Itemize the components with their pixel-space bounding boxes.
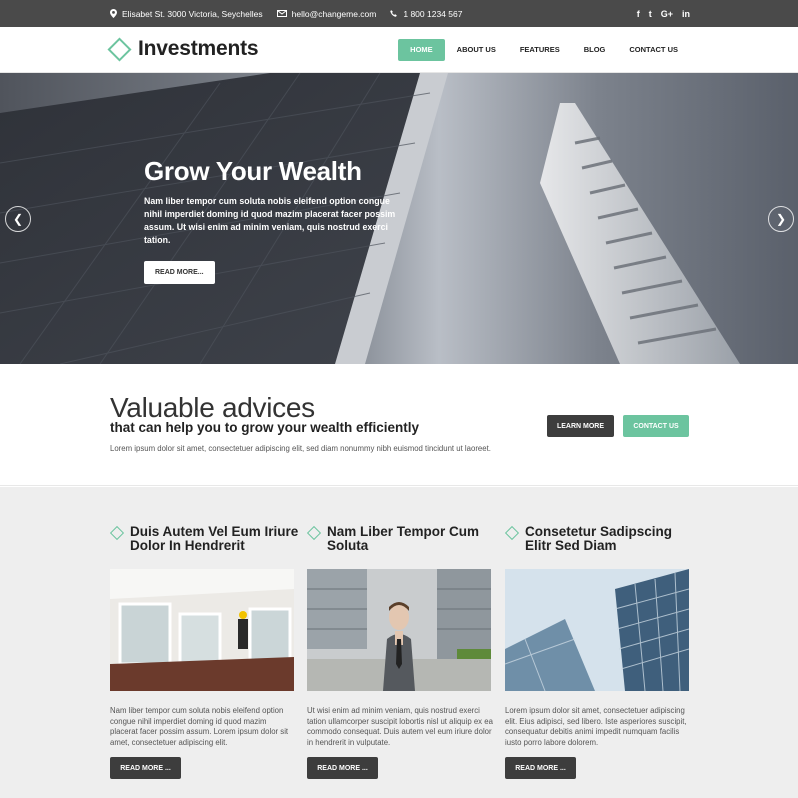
- advice-section: Valuable advices that can help you to gr…: [0, 364, 798, 486]
- logo-text: Investments: [138, 37, 259, 60]
- location-pin-icon: [110, 9, 117, 18]
- slider-prev-button[interactable]: ❮: [5, 206, 31, 232]
- card-title[interactable]: Consetetur Sadipscing Elitr Sed Diam: [525, 525, 695, 553]
- nav-home[interactable]: HOME: [398, 39, 445, 61]
- site-header: Investments HOME ABOUT US FEATURES BLOG …: [0, 27, 798, 73]
- social-links: f t G+ in: [637, 9, 690, 19]
- learn-more-button[interactable]: LEARN MORE: [547, 415, 614, 437]
- diamond-logo-icon: [107, 36, 132, 62]
- linkedin-icon[interactable]: in: [682, 9, 690, 19]
- card-text: Ut wisi enim ad minim veniam, quis nostr…: [307, 706, 493, 747]
- phone-icon: [390, 9, 398, 17]
- diamond-icon: [504, 525, 520, 541]
- card-read-more-button[interactable]: READ MORE ...: [110, 757, 181, 779]
- card-image-glass-buildings[interactable]: [505, 569, 689, 691]
- diamond-icon: [306, 525, 322, 541]
- card-title[interactable]: Nam Liber Tempor Cum Soluta: [327, 525, 497, 553]
- advice-subtitle: that can help you to grow your wealth ef…: [110, 420, 420, 435]
- card-text: Nam liber tempor cum soluta nobis eleife…: [110, 706, 289, 747]
- slider-next-button[interactable]: ❯: [768, 206, 794, 232]
- features-section: Duis Autem Vel Eum Iriure Dolor In Hendr…: [0, 487, 798, 798]
- twitter-icon[interactable]: t: [649, 9, 652, 19]
- hero-title: Grow Your Wealth: [144, 156, 362, 186]
- email-item[interactable]: hello@changeme.com: [276, 9, 377, 19]
- email-text[interactable]: hello@changeme.com: [292, 9, 377, 19]
- address-item: Elisabet St. 3000 Victoria, Seychelles: [110, 9, 263, 19]
- card-image-businessman[interactable]: [307, 569, 491, 691]
- card-image-empty-office[interactable]: [110, 569, 294, 691]
- diamond-icon: [109, 525, 125, 541]
- phone-text[interactable]: 1 800 1234 567: [403, 9, 462, 19]
- nav-blog[interactable]: BLOG: [572, 39, 618, 61]
- contact-us-button[interactable]: CONTACT US: [623, 415, 689, 437]
- envelope-icon: [276, 10, 287, 17]
- address-text: Elisabet St. 3000 Victoria, Seychelles: [122, 8, 263, 19]
- logo[interactable]: Investments: [107, 36, 259, 62]
- nav-about-us[interactable]: ABOUT US: [445, 39, 508, 61]
- phone-item[interactable]: 1 800 1234 567: [390, 9, 462, 19]
- chevron-right-icon: ❯: [775, 212, 787, 226]
- card-text: Lorem ipsum dolor sit amet, consectetuer…: [505, 706, 687, 747]
- nav-features[interactable]: FEATURES: [508, 39, 572, 61]
- nav-contact-us[interactable]: CONTACT US: [617, 39, 690, 61]
- google-plus-icon[interactable]: G+: [661, 9, 673, 19]
- card-read-more-button[interactable]: READ MORE ...: [307, 757, 378, 779]
- hero-content: Grow Your Wealth Nam liber tempor cum so…: [144, 156, 404, 284]
- contact-info: Elisabet St. 3000 Victoria, Seychelles h…: [110, 9, 462, 19]
- hero-slider: ❮ ❯ Grow Your Wealth Nam liber tempor cu…: [0, 73, 798, 364]
- top-bar: Elisabet St. 3000 Victoria, Seychelles h…: [0, 0, 798, 27]
- facebook-icon[interactable]: f: [637, 9, 640, 19]
- hero-read-more-button[interactable]: READ MORE...: [144, 261, 215, 284]
- card-read-more-button[interactable]: READ MORE ...: [505, 757, 576, 779]
- chevron-left-icon: ❮: [12, 212, 24, 226]
- advice-text: Lorem ipsum dolor sit amet, consectetuer…: [110, 444, 491, 453]
- hero-text: Nam liber tempor cum soluta nobis eleife…: [144, 196, 396, 245]
- main-nav: HOME ABOUT US FEATURES BLOG CONTACT US: [398, 39, 690, 61]
- card-title[interactable]: Duis Autem Vel Eum Iriure Dolor In Hendr…: [130, 525, 300, 553]
